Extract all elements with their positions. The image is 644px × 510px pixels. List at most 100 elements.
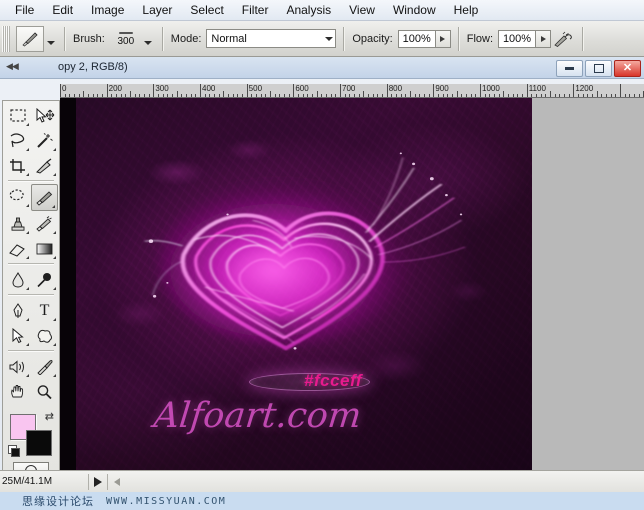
divider: [107, 473, 108, 490]
flow-slider-button[interactable]: [536, 29, 552, 48]
type-icon: T: [39, 301, 50, 319]
ruler-tick: [312, 94, 314, 97]
divider: [582, 26, 585, 51]
tool-eraser[interactable]: [4, 236, 31, 261]
options-bar: Brush: 300 Mode: Normal Opacity: 100% Fl…: [0, 21, 644, 57]
move-icon: [36, 107, 54, 123]
tool-move[interactable]: [31, 103, 58, 128]
minimize-button[interactable]: [556, 60, 583, 77]
tool-pen[interactable]: [4, 298, 31, 323]
default-colors-icon[interactable]: [8, 445, 20, 457]
ruler-tick: [106, 84, 108, 97]
tool-path-selection[interactable]: [4, 323, 31, 348]
path-selection-arrow-icon: [12, 327, 24, 343]
tool-horizontal-type[interactable]: T: [31, 298, 58, 323]
tool-magic-wand[interactable]: [31, 128, 58, 153]
ruler-tick: [470, 94, 472, 97]
menu-item-layer[interactable]: Layer: [133, 1, 181, 19]
tool-zoom[interactable]: [31, 379, 58, 404]
ruler-tick: [391, 94, 393, 97]
ruler-tick: [419, 94, 421, 97]
tool-custom-shape[interactable]: [31, 323, 58, 348]
canvas-workarea[interactable]: #fcceff Alfoart.com: [60, 98, 644, 470]
ruler-tick: [293, 84, 295, 97]
tool-slice[interactable]: [31, 153, 58, 178]
ruler-tick: [433, 84, 435, 97]
tool-gradient[interactable]: [31, 236, 58, 261]
tool-rectangular-marquee[interactable]: [4, 103, 31, 128]
flow-input[interactable]: 100%: [498, 29, 537, 48]
tool-preset-picker[interactable]: [44, 29, 57, 49]
document-titlebar[interactable]: opy 2, RGB/8) ✕: [0, 57, 644, 79]
ruler-tick: [634, 94, 636, 97]
ruler-label: 0: [62, 84, 67, 93]
ruler-tick: [172, 94, 173, 97]
menu-bar: File Edit Image Layer Select Filter Anal…: [0, 0, 644, 21]
tool-spot-healing-brush[interactable]: [4, 184, 31, 209]
ruler-tick: [550, 91, 552, 97]
divider: [8, 263, 54, 265]
opacity-label: Opacity:: [352, 32, 393, 45]
blend-mode-select[interactable]: Normal: [206, 29, 337, 48]
tool-blur[interactable]: [4, 267, 31, 292]
menu-item-view[interactable]: View: [340, 1, 384, 19]
menu-item-filter[interactable]: Filter: [233, 1, 278, 19]
tool-crop[interactable]: [4, 153, 31, 178]
gradient-icon: [36, 243, 53, 254]
opacity-input[interactable]: 100%: [397, 29, 436, 48]
tool-hand[interactable]: [4, 379, 31, 404]
swap-colors-icon[interactable]: ⇄: [45, 410, 54, 423]
options-bar-grip[interactable]: [2, 25, 10, 52]
ruler-tick: [284, 94, 286, 97]
ruler-tick: [368, 94, 370, 97]
restore-button[interactable]: [585, 60, 612, 77]
current-tool-preview[interactable]: [16, 25, 44, 52]
tool-lasso[interactable]: [4, 128, 31, 153]
horizontal-ruler[interactable]: 0 200 300 400 500 600 700 800 900 1000 1100 1200: [60, 84, 644, 98]
menu-item-edit[interactable]: Edit: [43, 1, 82, 19]
ruler-tick: [139, 94, 141, 97]
ruler-tick: [60, 84, 61, 97]
brush-preset-picker[interactable]: [142, 29, 155, 49]
tool-brush[interactable]: [31, 184, 58, 211]
ruler-tick: [256, 94, 257, 97]
menu-item-help[interactable]: Help: [445, 1, 488, 19]
tool-eyedropper[interactable]: [31, 354, 58, 379]
background-color-swatch[interactable]: [26, 430, 52, 456]
tool-audio-annotation[interactable]: [4, 354, 31, 379]
healing-brush-icon: [9, 188, 24, 200]
menu-item-image[interactable]: Image: [82, 1, 133, 19]
ruler-tick: [321, 94, 323, 97]
flyout-triangle-icon: [26, 256, 29, 259]
menu-item-file[interactable]: File: [6, 1, 43, 19]
menu-item-select[interactable]: Select: [181, 1, 232, 19]
close-button[interactable]: ✕: [614, 60, 641, 77]
ruler-tick: [92, 94, 94, 97]
dodge-icon: [36, 272, 51, 287]
ruler-tick: [223, 91, 225, 97]
document-canvas[interactable]: #fcceff Alfoart.com: [76, 98, 532, 470]
ruler-tick: [354, 94, 356, 97]
ruler-tick: [620, 84, 622, 97]
tool-clone-stamp[interactable]: [4, 211, 31, 236]
ruler-tick: [190, 94, 192, 97]
ruler-tick: [456, 91, 458, 97]
scroll-left-icon[interactable]: [114, 477, 120, 486]
tool-history-brush[interactable]: [31, 211, 58, 236]
ruler-tick: [298, 94, 300, 97]
menu-item-analysis[interactable]: Analysis: [277, 1, 340, 19]
slice-icon: [36, 158, 52, 174]
panel-collapse-arrows-icon[interactable]: ◀◀: [6, 61, 19, 72]
ruler-tick: [587, 94, 589, 97]
mode-label: Mode:: [170, 32, 202, 45]
brush-size-picker[interactable]: 300: [110, 30, 142, 47]
menu-item-window[interactable]: Window: [384, 1, 445, 19]
ruler-tick: [536, 94, 538, 97]
chevron-down-icon: [46, 40, 55, 45]
tool-dodge[interactable]: [31, 267, 58, 292]
airbrush-toggle-button[interactable]: [551, 28, 575, 50]
flyout-triangle-icon: [53, 318, 56, 321]
opacity-slider-button[interactable]: [435, 29, 451, 48]
status-menu-button[interactable]: [89, 474, 107, 490]
ruler-tick: [512, 94, 514, 97]
